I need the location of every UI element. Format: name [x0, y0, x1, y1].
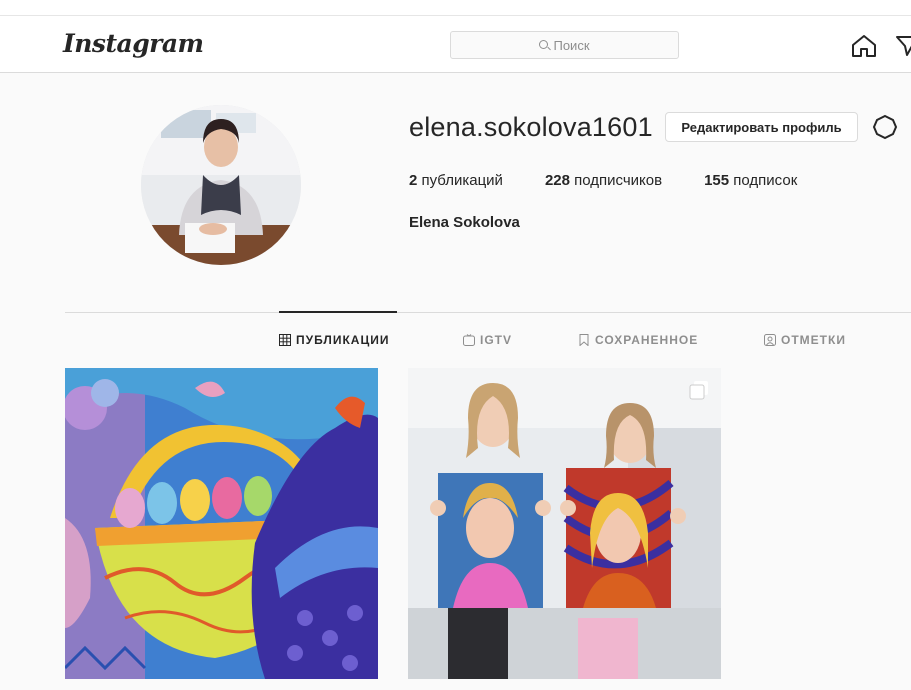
tab-tagged[interactable]: ОТМЕТКИ: [764, 333, 846, 347]
explore-icon[interactable]: [895, 34, 911, 58]
search-icon: [539, 39, 549, 49]
tab-tagged-label: ОТМЕТКИ: [781, 333, 846, 347]
profile-full-name: Elena Sokolova: [409, 214, 520, 231]
home-icon[interactable]: [851, 34, 877, 58]
post-thumbnail-photo[interactable]: [408, 368, 721, 679]
tab-saved-label: СОХРАНЕННОЕ: [595, 333, 699, 347]
search-placeholder: Поиск: [553, 37, 590, 53]
posts-count-stat: 2 публикаций: [409, 172, 503, 189]
post-thumbnail-painting[interactable]: [65, 368, 378, 679]
tab-igtv-label: IGTV: [480, 333, 513, 347]
multi-post-icon: [689, 381, 708, 400]
search-input[interactable]: Поиск: [450, 31, 679, 59]
top-strip: [0, 0, 911, 15]
posts-label: публикаций: [417, 172, 503, 189]
profile-username: elena.sokolova1601: [409, 112, 653, 142]
tab-posts[interactable]: ПУБЛИКАЦИИ: [279, 333, 389, 347]
instagram-logo[interactable]: Instagram: [63, 29, 204, 58]
followers-count: 228: [544, 172, 570, 189]
edit-profile-button[interactable]: Редактировать профиль: [665, 112, 858, 142]
tab-active-indicator: [279, 311, 397, 313]
tab-saved[interactable]: СОХРАНЕННОЕ: [578, 333, 698, 347]
settings-icon[interactable]: [872, 114, 898, 140]
profile-stats: 2 публикаций 228 подписчиков 155 подписо…: [409, 172, 839, 189]
tab-divider: [65, 312, 911, 313]
following-stat[interactable]: 155 подписок: [704, 172, 797, 189]
followers-stat[interactable]: 228 подписчиков: [545, 172, 662, 189]
following-label: подписок: [729, 172, 798, 189]
tag-icon: [764, 334, 776, 346]
following-count: 155: [704, 172, 730, 189]
tab-igtv[interactable]: IGTV: [463, 333, 512, 347]
avatar[interactable]: [141, 105, 301, 265]
top-navigation: Instagram Поиск: [0, 15, 911, 73]
igtv-icon: [463, 334, 475, 346]
grid-icon: [279, 334, 291, 346]
tab-posts-label: ПУБЛИКАЦИИ: [296, 333, 390, 347]
followers-label: подписчиков: [569, 172, 663, 189]
bookmark-icon: [579, 334, 589, 346]
